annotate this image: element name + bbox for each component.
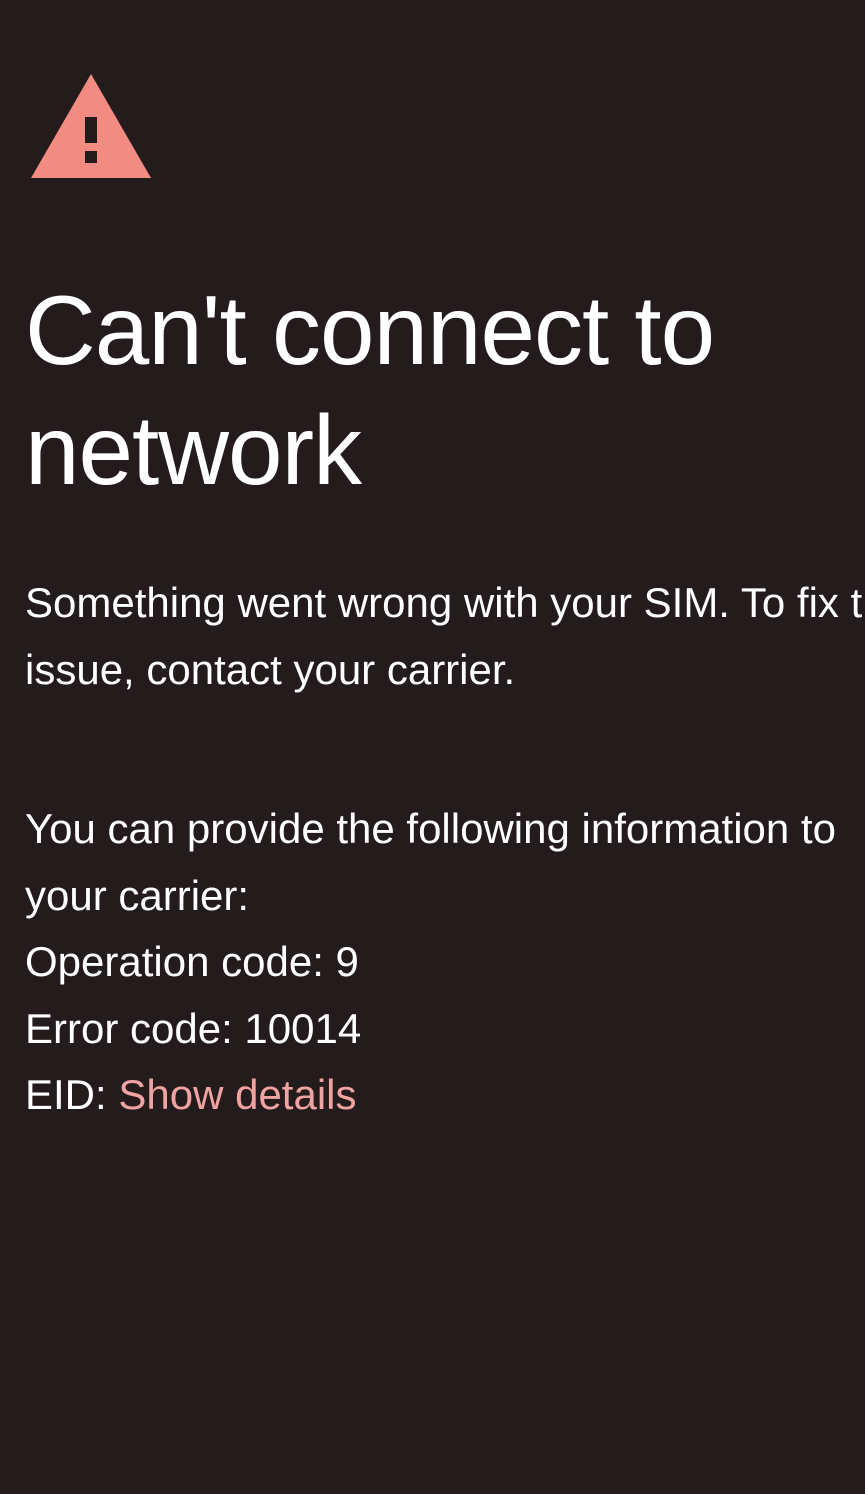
show-details-link[interactable]: Show details — [118, 1071, 356, 1118]
info-line-1: You can provide the following informatio… — [25, 805, 836, 852]
operation-code: Operation code: 9 — [25, 938, 359, 985]
page-title: Can't connect to network — [25, 270, 865, 510]
title-line-2: network — [25, 395, 362, 505]
error-screen: Can't connect to network Something went … — [0, 0, 865, 1494]
error-code: Error code: 10014 — [25, 1004, 362, 1052]
warning-triangle-icon — [31, 74, 151, 178]
message-body: Something went wrong with your SIM. To f… — [25, 570, 865, 1129]
eid-label: EID: — [25, 1071, 119, 1118]
message-line-2: issue, contact your carrier. — [25, 645, 516, 693]
info-line-2: your carrier: — [25, 871, 250, 919]
title-line-1: Can't connect to — [25, 275, 715, 385]
message-line-1: Something went wrong with your SIM. To f… — [25, 579, 865, 626]
eid-row: EID: Show details — [25, 1062, 865, 1129]
